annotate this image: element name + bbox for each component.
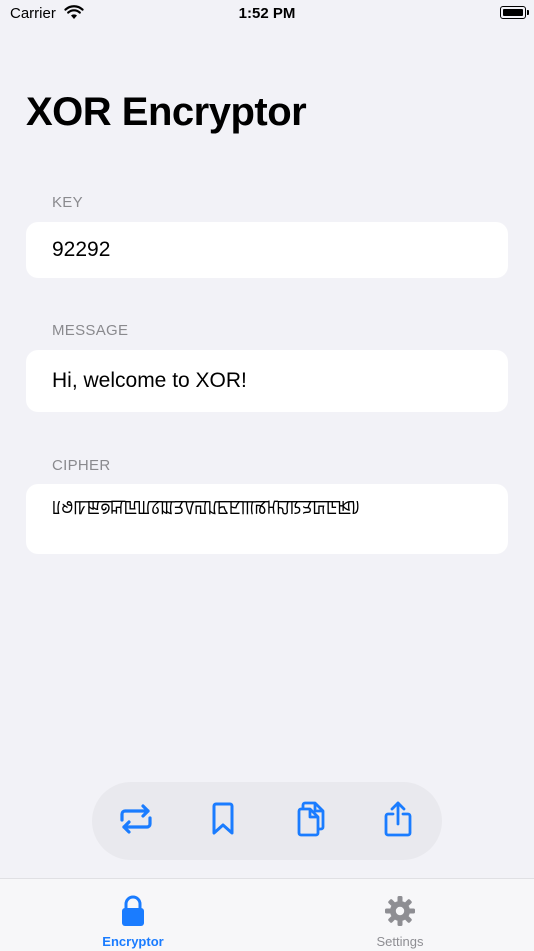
swap-icon	[118, 803, 154, 839]
tab-encryptor-label: Encryptor	[102, 934, 164, 949]
status-bar: Carrier 1:52 PM	[0, 0, 534, 30]
bookmark-button[interactable]	[191, 789, 255, 853]
key-section-label: KEY	[52, 194, 83, 211]
status-time: 1:52 PM	[238, 5, 296, 22]
copy-button[interactable]	[279, 789, 343, 853]
battery-cap	[527, 10, 529, 15]
key-input[interactable]	[26, 222, 508, 278]
share-icon	[383, 801, 413, 842]
message-field-card	[26, 350, 508, 412]
battery-icon	[500, 6, 526, 19]
lock-icon	[120, 895, 146, 931]
tab-settings-label: Settings	[376, 934, 424, 949]
swap-button[interactable]	[104, 789, 168, 853]
key-field-card	[26, 222, 508, 278]
action-toolbar	[92, 782, 442, 860]
tab-encryptor[interactable]: Encryptor	[73, 895, 193, 949]
message-input[interactable]	[26, 350, 508, 412]
tab-settings[interactable]: Settings	[340, 895, 460, 949]
cipher-section-label: CIPHER	[52, 457, 111, 474]
cipher-output[interactable]: ꡦꢟꡠꡣꡟꡒꡖꡆꡞꡉꡗꡧꡌꡊꡥꡢꡕꡏꡘꡍꡑꡭꡚꡇꡓꡨ	[26, 484, 508, 532]
copy-icon	[295, 801, 327, 842]
bookmark-icon	[211, 802, 235, 841]
cipher-output-card: ꡦꢟꡠꡣꡟꡒꡖꡆꡞꡉꡗꡧꡌꡊꡥꡢꡕꡏꡘꡍꡑꡭꡚꡇꡓꡨ	[26, 484, 508, 554]
tab-bar: Encryptor Settings	[0, 878, 534, 951]
gear-icon	[384, 896, 416, 931]
message-section-label: MESSAGE	[52, 322, 129, 339]
share-button[interactable]	[366, 789, 430, 853]
page-title: XOR Encryptor	[26, 90, 307, 134]
